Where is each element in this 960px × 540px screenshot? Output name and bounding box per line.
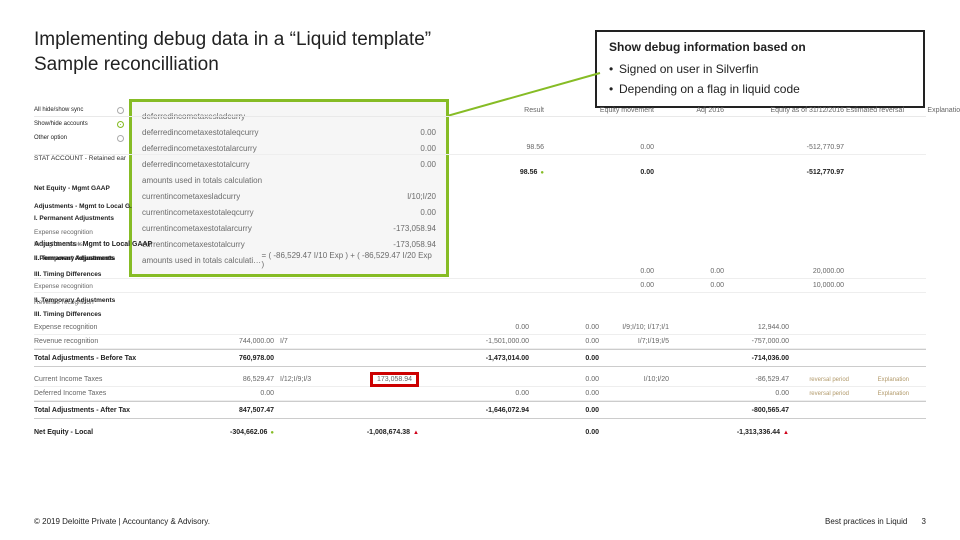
reversal-link[interactable]: reversal period [809, 391, 849, 397]
col-equity-mov: Equity movement [544, 107, 654, 114]
table-row: 98.56 0.00 -512,770.97 [34, 141, 926, 155]
section-label: I. Permanent Adjustments [34, 251, 926, 265]
row-label-intangible: Intangible assets [34, 241, 83, 248]
footer-doc-title: Best practices in Liquid [825, 517, 907, 526]
col-explanation: Explanation [904, 107, 960, 114]
callout-bullet-1: Signed on user in Silverfin [609, 62, 911, 76]
highlight-red-box: 173,058.94 [370, 372, 419, 387]
row-label-stat: STAT ACCOUNT - Retained ear [34, 155, 126, 162]
callout-box: Show debug information based on Signed o… [595, 30, 925, 108]
row-label-timing: III. Timing Differences [34, 271, 101, 278]
total-row: Total Adjustments - Before Tax 760,978.0… [34, 349, 926, 367]
page-number: 3 [922, 517, 926, 526]
explanation-link[interactable]: Explanation [878, 391, 909, 397]
col-result: Result [454, 107, 544, 114]
table-row: 0.00 0.00 10,000.00 [34, 279, 926, 293]
explanation-link[interactable]: Explanation [878, 377, 909, 383]
row-label-perm: I. Permanent Adjustments [34, 215, 114, 222]
section-label: III. Timing Differences [34, 307, 926, 321]
reversal-link[interactable]: reversal period [809, 377, 849, 383]
row-label-temp: II. Temporary Adjustments [34, 255, 115, 262]
table-row: 98.56 0.00 -512,770.97 [34, 165, 926, 179]
col-estimated: Estimated reversal [844, 107, 904, 114]
row-label-adjustments: Adjustments - Mgmt to Local G. [34, 203, 132, 210]
table-row: Expense recognition 0.00 0.00 I/9;I/10; … [34, 321, 926, 335]
table-row: Current Income Taxes 86,529.47 I/12;I/9;… [34, 373, 926, 387]
footer-copyright: © 2019 Deloitte Private | Accountancy & … [34, 517, 210, 526]
col-adj: Adj 2016 [654, 107, 724, 114]
row-label-netequity: Net Equity - Mgmt GAAP [34, 185, 110, 192]
table-row: 0.00 0.00 20,000.00 [34, 265, 926, 279]
slide-title-line1: Implementing debug data in a “Liquid tem… [34, 29, 431, 50]
total-row: Total Adjustments - After Tax 847,507.47… [34, 401, 926, 419]
table-row: Deferred Income Taxes 0.00 0.00 0.00 0.0… [34, 387, 926, 401]
table-row: Net Equity - Local -304,662.06 -1,008,67… [34, 425, 926, 439]
callout-heading: Show debug information based on [609, 40, 911, 54]
callout-bullet-2: Depending on a flag in liquid code [609, 82, 911, 96]
section-label: Adjustments - Mgmt to Local GAAP [34, 237, 926, 251]
col-equity-as-of: Equity as of 31/12/2016 [724, 107, 844, 114]
section-label: II. Temporary Adjustments [34, 293, 926, 307]
table-header: Result Equity movement Adj 2016 Equity a… [34, 99, 926, 117]
row-label-expense: Expense recognition [34, 229, 93, 236]
table-row: Revenue recognition 744,000.00 I/7 -1,50… [34, 335, 926, 349]
slide-title-line2: Sample reconcilliation [34, 54, 219, 75]
row-label-revenue: Revenue recognition [34, 299, 94, 306]
row-label-expense2: Expense recognition [34, 283, 93, 290]
